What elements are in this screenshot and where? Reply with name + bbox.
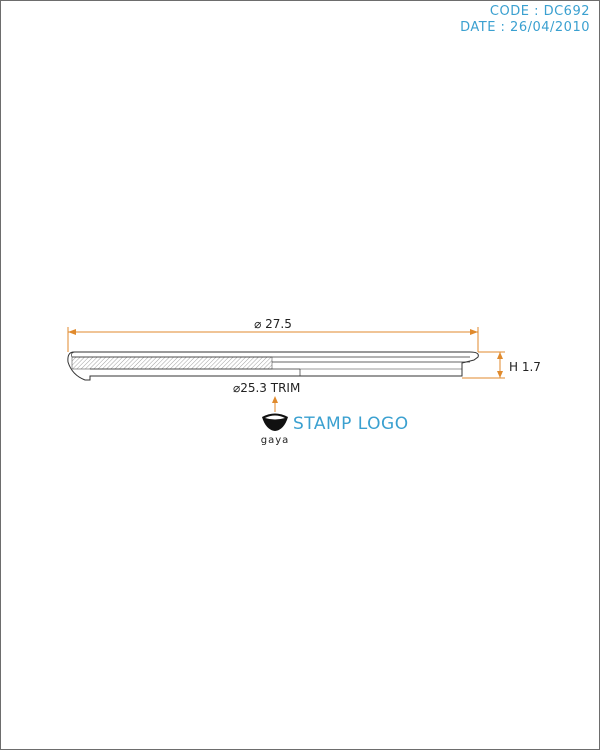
brand-label: gaya [261,435,290,446]
cap-profile [67,351,479,381]
height-label: H 1.7 [509,360,541,374]
hatched-section [71,356,273,370]
technical-drawing: ⌀ 27.5 H 1.7 ⌀25.3 TRIM gaya STAMP LOGO [67,317,541,446]
gaya-logo: gaya [261,413,290,446]
trim-diameter-label: ⌀25.3 TRIM [233,381,300,395]
outer-diameter-dimension: ⌀ 27.5 [67,317,479,352]
outer-diameter-label: ⌀ 27.5 [254,317,292,331]
stamp-logo-label: STAMP LOGO [293,414,409,434]
logo-pointer-arrow [272,396,278,412]
